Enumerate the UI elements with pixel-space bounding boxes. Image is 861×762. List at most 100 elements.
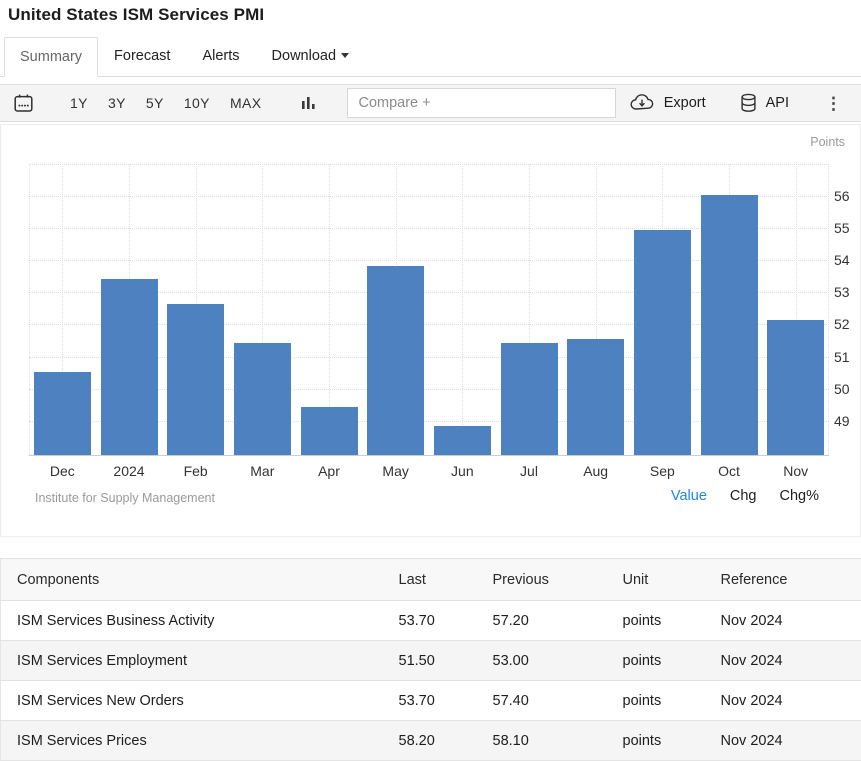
range-button-3y[interactable]: 3Y bbox=[108, 95, 126, 111]
mode-link-chgpct[interactable]: Chg% bbox=[780, 488, 820, 504]
calendar-icon[interactable] bbox=[13, 93, 34, 114]
table-cell: Nov 2024 bbox=[705, 641, 861, 681]
table-cell: points bbox=[607, 721, 705, 761]
gridline-v-6 bbox=[462, 164, 463, 455]
compare-input[interactable] bbox=[347, 88, 616, 118]
bar-sep[interactable] bbox=[634, 230, 691, 455]
bar-dec[interactable] bbox=[34, 372, 91, 455]
table-cell: 53.00 bbox=[477, 641, 607, 681]
table-row[interactable]: ISM Services Prices58.2058.10pointsNov 2… bbox=[1, 721, 861, 761]
y-tick-50: 50 bbox=[834, 380, 860, 398]
components-table: ComponentsLastPreviousUnitReference ISM … bbox=[0, 558, 861, 761]
table-cell: Nov 2024 bbox=[705, 601, 861, 641]
page-title: United States ISM Services PMI bbox=[8, 5, 853, 25]
table-cell: 57.40 bbox=[477, 681, 607, 721]
export-button[interactable]: Export bbox=[629, 94, 706, 112]
page-header: United States ISM Services PMI bbox=[0, 0, 861, 30]
api-button[interactable]: API bbox=[740, 93, 789, 113]
bar-chart-plot-area bbox=[29, 164, 829, 456]
table-cell: 53.70 bbox=[383, 601, 477, 641]
bar-mar[interactable] bbox=[234, 343, 291, 455]
component-name: ISM Services New Orders bbox=[1, 681, 383, 721]
y-tick-52: 52 bbox=[834, 315, 860, 333]
chart-toolbar: 1Y 3Y 5Y 10Y MAX Export API ⋮ bbox=[0, 84, 861, 122]
table-cell: points bbox=[607, 601, 705, 641]
tab-summary[interactable]: Summary bbox=[4, 37, 98, 77]
bar-jun[interactable] bbox=[434, 426, 491, 455]
range-button-10y[interactable]: 10Y bbox=[184, 95, 210, 111]
x-label-may: May bbox=[362, 463, 429, 479]
component-name: ISM Services Prices bbox=[1, 721, 383, 761]
bar-nov[interactable] bbox=[767, 320, 824, 455]
column-header-reference: Reference bbox=[705, 559, 861, 601]
source-attribution: Institute for Supply Management bbox=[35, 491, 215, 505]
table-cell: 51.50 bbox=[383, 641, 477, 681]
database-icon bbox=[740, 93, 757, 113]
plot-right-edge bbox=[828, 164, 829, 455]
bar-may[interactable] bbox=[367, 266, 424, 455]
y-tick-54: 54 bbox=[834, 251, 860, 269]
table-cell: points bbox=[607, 641, 705, 681]
range-buttons: 1Y 3Y 5Y 10Y MAX bbox=[70, 95, 261, 111]
table-cell: 57.20 bbox=[477, 601, 607, 641]
y-tick-56: 56 bbox=[834, 187, 860, 205]
export-label: Export bbox=[664, 95, 706, 111]
tab-forecast[interactable]: Forecast bbox=[98, 36, 186, 76]
bar-aug[interactable] bbox=[567, 339, 624, 455]
column-header-previous: Previous bbox=[477, 559, 607, 601]
table-row[interactable]: ISM Services New Orders53.7057.40pointsN… bbox=[1, 681, 861, 721]
column-header-unit: Unit bbox=[607, 559, 705, 601]
table-row[interactable]: ISM Services Business Activity53.7057.20… bbox=[1, 601, 861, 641]
bar-jul[interactable] bbox=[501, 343, 558, 455]
table-row[interactable]: ISM Services Employment51.5053.00pointsN… bbox=[1, 641, 861, 681]
table-cell: 53.70 bbox=[383, 681, 477, 721]
bar-feb[interactable] bbox=[167, 304, 224, 455]
x-label-dec: Dec bbox=[29, 463, 96, 479]
y-tick-53: 53 bbox=[834, 283, 860, 301]
x-label-oct: Oct bbox=[696, 463, 763, 479]
tab-download-label: Download bbox=[272, 48, 337, 64]
tab-bar: Summary Forecast Alerts Download bbox=[0, 30, 861, 77]
bar-2024[interactable] bbox=[101, 279, 158, 455]
x-label-mar: Mar bbox=[229, 463, 296, 479]
api-label: API bbox=[766, 95, 789, 111]
gridline-57 bbox=[29, 164, 829, 165]
x-label-jun: Jun bbox=[429, 463, 496, 479]
x-label-jul: Jul bbox=[496, 463, 563, 479]
column-header-last: Last bbox=[383, 559, 477, 601]
column-header-components: Components bbox=[1, 559, 383, 601]
chart-card: Points 4950515253545556 Dec2024FebMarApr… bbox=[0, 124, 861, 537]
mode-link-chg[interactable]: Chg bbox=[730, 488, 757, 504]
x-label-sep: Sep bbox=[629, 463, 696, 479]
tab-alerts[interactable]: Alerts bbox=[186, 36, 255, 76]
mode-link-value[interactable]: Value bbox=[671, 488, 707, 504]
table-cell: 58.10 bbox=[477, 721, 607, 761]
kebab-menu-icon[interactable]: ⋮ bbox=[823, 93, 844, 114]
component-name: ISM Services Employment bbox=[1, 641, 383, 681]
tab-download[interactable]: Download bbox=[256, 36, 366, 76]
table-cell: Nov 2024 bbox=[705, 721, 861, 761]
y-tick-49: 49 bbox=[834, 412, 860, 430]
table-cell: 58.20 bbox=[383, 721, 477, 761]
series-mode-links: Value Chg Chg% bbox=[671, 488, 819, 504]
component-name: ISM Services Business Activity bbox=[1, 601, 383, 641]
y-tick-55: 55 bbox=[834, 219, 860, 237]
caret-down-icon bbox=[341, 53, 349, 58]
x-label-2024: 2024 bbox=[96, 463, 163, 479]
table-cell: Nov 2024 bbox=[705, 681, 861, 721]
column-chart-icon[interactable] bbox=[301, 94, 317, 112]
toolbar-right-group: Export API ⋮ bbox=[629, 93, 861, 114]
range-button-max[interactable]: MAX bbox=[230, 95, 262, 111]
bar-apr[interactable] bbox=[301, 407, 358, 455]
plot-left-edge bbox=[29, 164, 30, 455]
table-cell: points bbox=[607, 681, 705, 721]
cloud-download-icon bbox=[629, 94, 655, 112]
x-label-apr: Apr bbox=[296, 463, 363, 479]
bar-oct[interactable] bbox=[701, 195, 758, 455]
x-label-feb: Feb bbox=[162, 463, 229, 479]
x-label-aug: Aug bbox=[562, 463, 629, 479]
range-button-5y[interactable]: 5Y bbox=[146, 95, 164, 111]
y-tick-51: 51 bbox=[834, 348, 860, 366]
x-label-nov: Nov bbox=[762, 463, 829, 479]
range-button-1y[interactable]: 1Y bbox=[70, 95, 88, 111]
